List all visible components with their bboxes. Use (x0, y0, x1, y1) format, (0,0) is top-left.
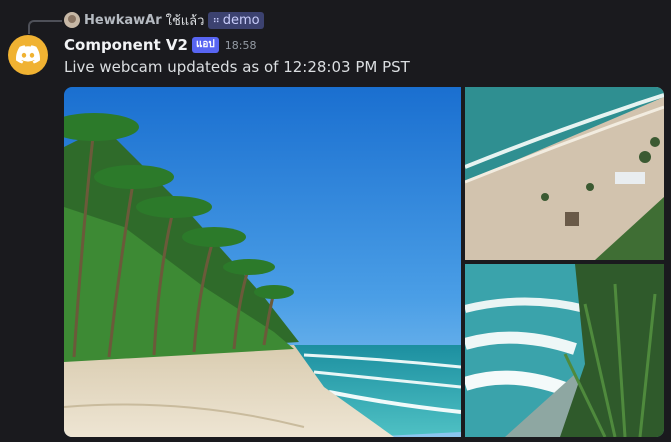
message-header: Component V2 แอป 18:58 (64, 35, 256, 55)
tropical-beach-image (64, 87, 461, 437)
reply-connector-line (28, 20, 62, 34)
gallery-image-top-right[interactable] (465, 87, 664, 260)
app-tag: แอป (191, 37, 219, 53)
message-timestamp[interactable]: 18:58 (225, 39, 257, 52)
reply-username[interactable]: HewkawAr (84, 13, 162, 28)
image-gallery (64, 87, 664, 437)
avatar[interactable] (8, 35, 48, 75)
message-username[interactable]: Component V2 (64, 36, 188, 54)
waves-foliage-image (465, 264, 664, 437)
reply-text[interactable]: ใช้แล้ว (166, 10, 205, 31)
message-content: Live webcam updateds as of 12:28:03 PM P… (64, 58, 410, 76)
grid-dots-icon: ⠶ (212, 14, 220, 26)
reply-avatar[interactable] (64, 12, 80, 28)
channel-chip-label: demo (222, 12, 260, 28)
channel-chip[interactable]: ⠶ demo (208, 11, 264, 29)
gallery-image-main[interactable] (64, 87, 461, 437)
aerial-beach-image (465, 87, 664, 260)
discord-logo-icon (16, 45, 40, 64)
reply-preview[interactable]: HewkawAr ใช้แล้ว ⠶ demo (64, 11, 264, 29)
gallery-image-bottom-right[interactable] (465, 264, 664, 437)
